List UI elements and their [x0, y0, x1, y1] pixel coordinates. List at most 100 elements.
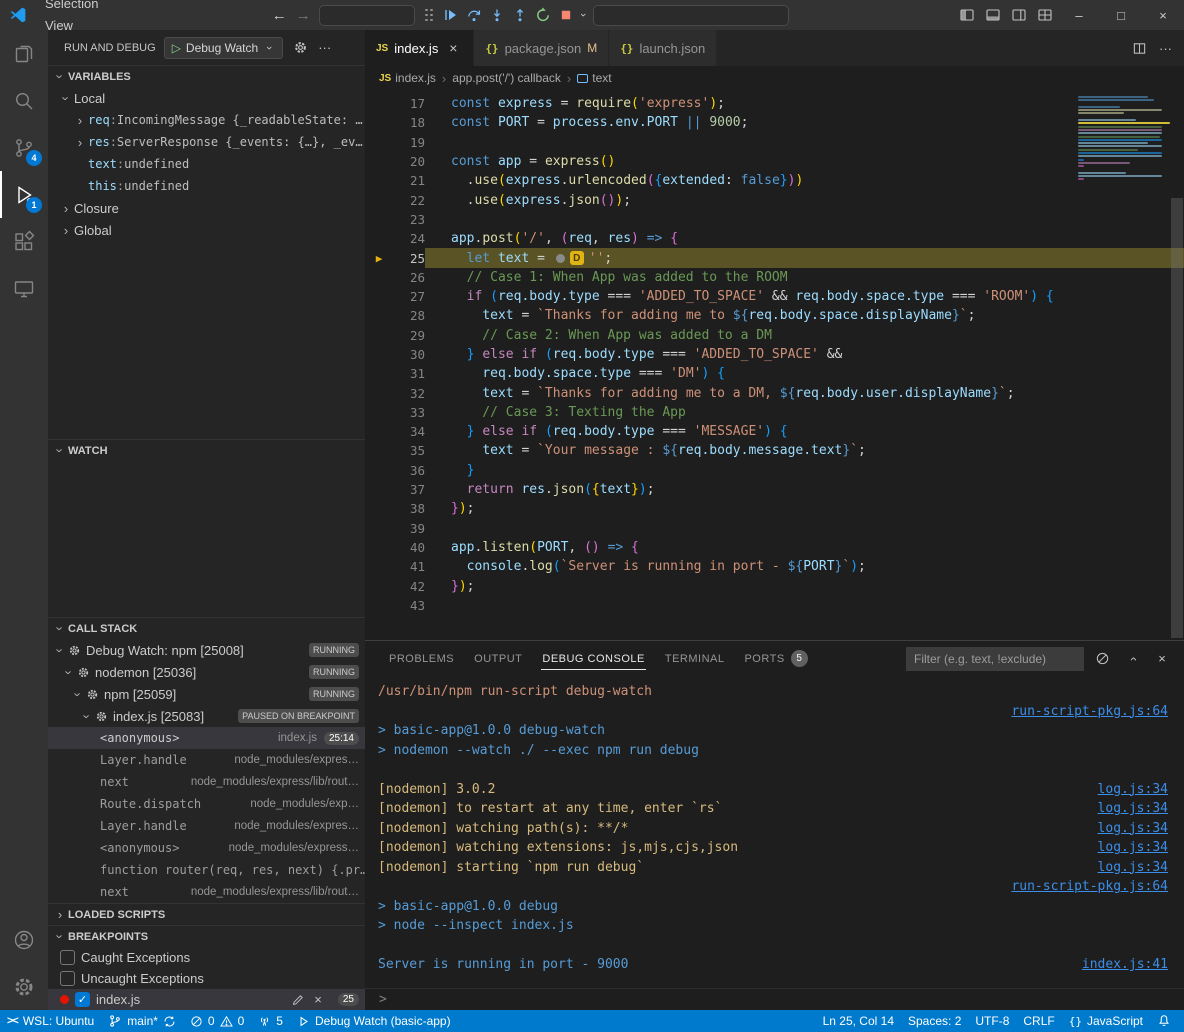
activity-run-debug[interactable]: 1 [0, 171, 48, 218]
code-line-37[interactable]: 37 return res.json({text}); [365, 480, 1184, 499]
call-stack-row-9[interactable]: <anonymous>node_modules/express… [48, 837, 365, 859]
breakpoint-checkbox[interactable]: ✓ [75, 992, 90, 1007]
line-number[interactable]: 22 [393, 193, 425, 208]
breakpoint-checkbox[interactable] [60, 971, 75, 986]
source-link[interactable]: log.js:34 [1098, 801, 1168, 816]
line-number[interactable]: 30 [393, 347, 425, 362]
code-line-30[interactable]: 30 } else if (req.body.type === 'ADDED_T… [365, 345, 1184, 364]
code-line-23[interactable]: 23 [365, 210, 1184, 229]
close-button[interactable]: × [1142, 0, 1184, 30]
debug-step-over-button[interactable] [462, 4, 485, 27]
menu-selection[interactable]: Selection [37, 0, 106, 15]
code-line-40[interactable]: 40app.listen(PORT, () => { [365, 538, 1184, 557]
line-number[interactable]: 18 [393, 115, 425, 130]
code-line-42[interactable]: 42}); [365, 576, 1184, 595]
code-line-36[interactable]: 36 } [365, 461, 1184, 480]
close-tab-icon[interactable]: × [444, 40, 462, 56]
call-stack-section-header[interactable]: › CALL STACK [48, 617, 365, 639]
clear-console-icon[interactable] [1090, 647, 1114, 671]
line-content[interactable]: if (req.body.type === 'ADDED_TO_SPACE' &… [425, 287, 1184, 306]
statusbar-notifications[interactable] [1150, 1010, 1178, 1032]
line-content[interactable]: app.listen(PORT, () => { [425, 538, 1184, 557]
activity-account[interactable] [0, 916, 48, 963]
command-center-left[interactable] [319, 5, 415, 26]
code-line-39[interactable]: 39 [365, 519, 1184, 538]
code-line-32[interactable]: 32 text = `Thanks for adding me to a DM,… [365, 383, 1184, 402]
line-content[interactable]: } [425, 461, 1184, 480]
variable-row-Local[interactable]: ›Local [48, 87, 365, 109]
line-content[interactable]: let text = D''; [425, 248, 1184, 267]
debug-config-dropdown[interactable]: ▷ Debug Watch › [164, 37, 284, 59]
source-link[interactable]: log.js:34 [1098, 782, 1168, 797]
line-content[interactable]: const app = express() [425, 152, 1184, 171]
call-stack-row-1[interactable]: ›nodemon [25036]RUNNING [48, 661, 365, 683]
line-number[interactable]: 25 [393, 251, 425, 266]
line-number[interactable]: 32 [393, 386, 425, 401]
activity-explorer[interactable] [0, 30, 48, 77]
line-number[interactable]: 27 [393, 289, 425, 304]
line-content[interactable] [425, 596, 1184, 615]
code-line-27[interactable]: 27 if (req.body.type === 'ADDED_TO_SPACE… [365, 287, 1184, 306]
line-number[interactable]: 23 [393, 212, 425, 227]
breakpoint-row-0[interactable]: Caught Exceptions [48, 947, 365, 968]
call-stack-row-8[interactable]: Layer.handlenode_modules/expres… [48, 815, 365, 837]
panel-tab-debug-console[interactable]: DEBUG CONSOLE [532, 641, 654, 676]
customize-layout-icon[interactable] [1032, 3, 1058, 27]
statusbar-debug-status[interactable]: Debug Watch (basic-app) [290, 1010, 458, 1032]
maximize-panel-icon[interactable]: › [1120, 647, 1144, 671]
loaded-scripts-section-header[interactable]: › LOADED SCRIPTS [48, 903, 365, 925]
watch-section-header[interactable]: › WATCH [48, 439, 365, 461]
line-number[interactable]: 28 [393, 308, 425, 323]
line-number[interactable]: 34 [393, 424, 425, 439]
line-number[interactable]: 39 [393, 521, 425, 536]
line-content[interactable]: req.body.space.type === 'DM') { [425, 364, 1184, 383]
call-stack-row-10[interactable]: function router(req, res, next) {.pr… [48, 859, 365, 881]
minimize-button[interactable]: – [1058, 0, 1100, 30]
variable-row-this[interactable]: this: undefined [48, 175, 365, 197]
activity-extensions[interactable] [0, 218, 48, 265]
call-stack-row-6[interactable]: nextnode_modules/express/lib/rout… [48, 771, 365, 793]
breakpoints-section-header[interactable]: › BREAKPOINTS [48, 925, 365, 947]
variable-row-Closure[interactable]: ›Closure [48, 197, 365, 219]
code-line-28[interactable]: 28 text = `Thanks for adding me to ${req… [365, 306, 1184, 325]
line-content[interactable]: } else if (req.body.type === 'ADDED_TO_S… [425, 345, 1184, 364]
debug-settings-gear-icon[interactable] [293, 40, 308, 55]
source-link[interactable]: log.js:34 [1098, 821, 1168, 836]
activity-settings[interactable] [0, 963, 48, 1010]
toggle-panel-icon[interactable] [980, 3, 1006, 27]
line-content[interactable]: text = `Thanks for adding me to ${req.bo… [425, 306, 1184, 325]
breadcrumb-item-3[interactable]: text [577, 71, 611, 85]
variable-row-text[interactable]: text: undefined [48, 153, 365, 175]
breakpoint-checkbox[interactable] [60, 950, 75, 965]
line-content[interactable]: console.log(`Server is running in port -… [425, 557, 1184, 576]
line-content[interactable]: // Case 2: When App was added to a DM [425, 326, 1184, 345]
variables-section-header[interactable]: › VARIABLES [48, 65, 365, 87]
scrollbar-thumb[interactable] [1171, 198, 1183, 638]
variable-row-req[interactable]: ›req: IncomingMessage {_readableState: … [48, 109, 365, 131]
line-content[interactable]: }); [425, 499, 1184, 518]
activity-remote-explorer[interactable] [0, 265, 48, 312]
code-line-34[interactable]: 34 } else if (req.body.type === 'MESSAGE… [365, 422, 1184, 441]
code-line-33[interactable]: 33 // Case 3: Texting the App [365, 403, 1184, 422]
variable-row-Global[interactable]: ›Global [48, 219, 365, 241]
statusbar-ports[interactable]: 5 [251, 1010, 290, 1032]
code-line-31[interactable]: 31 req.body.space.type === 'DM') { [365, 364, 1184, 383]
line-content[interactable]: app.post('/', (req, res) => { [425, 229, 1184, 248]
remove-breakpoint-icon[interactable]: × [314, 992, 322, 1007]
line-number[interactable]: 24 [393, 231, 425, 246]
activity-source-control[interactable]: 4 [0, 124, 48, 171]
line-number[interactable]: 31 [393, 366, 425, 381]
activity-search[interactable] [0, 77, 48, 124]
command-center-search[interactable] [593, 5, 789, 26]
code-line-18[interactable]: 18const PORT = process.env.PORT || 9000; [365, 113, 1184, 132]
line-number[interactable]: 37 [393, 482, 425, 497]
code-line-21[interactable]: 21 .use(express.urlencoded({extended: fa… [365, 171, 1184, 190]
code-line-24[interactable]: 24app.post('/', (req, res) => { [365, 229, 1184, 248]
code-line-26[interactable]: 26 // Case 1: When App was added to the … [365, 268, 1184, 287]
call-stack-row-0[interactable]: ›Debug Watch: npm [25008]RUNNING [48, 639, 365, 661]
source-link[interactable]: index.js:41 [1082, 957, 1168, 972]
line-number[interactable]: 21 [393, 173, 425, 188]
line-content[interactable]: // Case 1: When App was added to the ROO… [425, 268, 1184, 287]
code-line-41[interactable]: 41 console.log(`Server is running in por… [365, 557, 1184, 576]
tab-index.js[interactable]: JSindex.js× [365, 30, 474, 66]
